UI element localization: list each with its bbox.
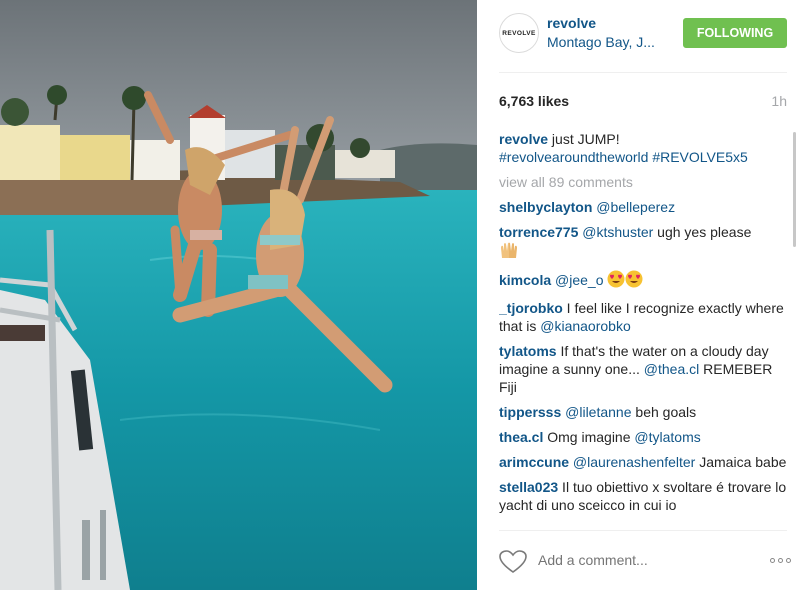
comment-username[interactable]: tylatoms bbox=[499, 343, 557, 359]
comment-mention[interactable]: @jee_o bbox=[551, 272, 603, 288]
post-side-panel: REVOLVE revolve Montago Bay, J... FOLLOW… bbox=[477, 0, 797, 590]
avatar-logo-text: REVOLVE bbox=[502, 29, 536, 37]
post-photo[interactable] bbox=[0, 0, 477, 590]
caption: revolve just JUMP! #revolvearoundtheworl… bbox=[499, 130, 791, 166]
divider bbox=[499, 72, 787, 73]
following-button[interactable]: FOLLOWING bbox=[683, 18, 787, 48]
divider bbox=[499, 530, 787, 531]
comment-mention[interactable]: @belleperez bbox=[592, 199, 675, 215]
comment-mention[interactable]: @ktshuster bbox=[578, 224, 653, 240]
comment-text: Jamaica babe bbox=[695, 454, 787, 470]
comment-mention[interactable]: @kianaorobko bbox=[540, 318, 631, 334]
more-options-icon[interactable] bbox=[770, 558, 791, 563]
comment-username[interactable]: _tjorobko bbox=[499, 300, 563, 316]
comment-text: beh goals bbox=[631, 404, 697, 420]
comment-footer bbox=[499, 546, 791, 576]
comment-username[interactable]: tippersss bbox=[499, 404, 561, 420]
comment-text: ugh yes please bbox=[653, 224, 752, 240]
comments-scrollbar[interactable] bbox=[793, 132, 797, 524]
comment-mention[interactable]: @thea.cl bbox=[644, 361, 699, 377]
jump-photo-illustration bbox=[0, 0, 477, 590]
heart-eyes-emoji-icon bbox=[607, 270, 625, 292]
list-item: torrence775 @ktshuster ugh yes please bbox=[499, 223, 791, 263]
list-item: kimcola @jee_o bbox=[499, 270, 791, 292]
comment-username[interactable]: stella023 bbox=[499, 479, 558, 495]
list-item: thea.cl Omg imagine @tylatoms bbox=[499, 428, 791, 446]
username-link[interactable]: revolve bbox=[547, 15, 596, 31]
comment-username[interactable]: revolve bbox=[499, 131, 548, 147]
comment-username[interactable]: torrence775 bbox=[499, 224, 578, 240]
comment-username[interactable]: kimcola bbox=[499, 272, 551, 288]
heart-outline-icon[interactable] bbox=[499, 550, 527, 579]
scrollbar-thumb[interactable] bbox=[793, 132, 796, 247]
dot bbox=[778, 558, 783, 563]
comment-mention[interactable]: @laurenashenfelter bbox=[569, 454, 695, 470]
comment-username[interactable]: thea.cl bbox=[499, 429, 543, 445]
add-comment-input[interactable] bbox=[538, 552, 748, 568]
list-item: stella023 Il tuo obiettivo x svoltare é … bbox=[499, 478, 791, 514]
post-header: REVOLVE revolve Montago Bay, J... FOLLOW… bbox=[499, 13, 787, 53]
location-link[interactable]: Montago Bay, J... bbox=[547, 34, 655, 50]
comment-text: Omg imagine bbox=[543, 429, 635, 445]
dot bbox=[770, 558, 775, 563]
comment-mention[interactable]: @tylatoms bbox=[634, 429, 700, 445]
list-item: tippersss @liletanne beh goals bbox=[499, 403, 791, 421]
list-item: arimccune @laurenashenfelter Jamaica bab… bbox=[499, 453, 791, 471]
dot bbox=[786, 558, 791, 563]
comments-list: revolve just JUMP! #revolvearoundtheworl… bbox=[499, 130, 791, 525]
avatar[interactable]: REVOLVE bbox=[499, 13, 539, 53]
likes-count[interactable]: 6,763 likes bbox=[499, 93, 569, 109]
caption-text: just JUMP! bbox=[548, 131, 620, 147]
heart-eyes-emoji-icon bbox=[625, 270, 643, 292]
raised-hands-emoji-icon bbox=[499, 241, 519, 263]
list-item: _tjorobko I feel like I recognize exactl… bbox=[499, 299, 791, 335]
list-item: shelbyclayton @belleperez bbox=[499, 198, 791, 216]
comment-username[interactable]: shelbyclayton bbox=[499, 199, 592, 215]
comment-mention[interactable]: @liletanne bbox=[561, 404, 631, 420]
caption-hashtags[interactable]: #revolvearoundtheworld #REVOLVE5x5 bbox=[499, 149, 748, 165]
comment-username[interactable]: arimccune bbox=[499, 454, 569, 470]
post-timestamp[interactable]: 1h bbox=[771, 93, 787, 109]
view-all-comments-link[interactable]: view all 89 comments bbox=[499, 173, 791, 191]
list-item: tylatoms If that's the water on a cloudy… bbox=[499, 342, 791, 396]
